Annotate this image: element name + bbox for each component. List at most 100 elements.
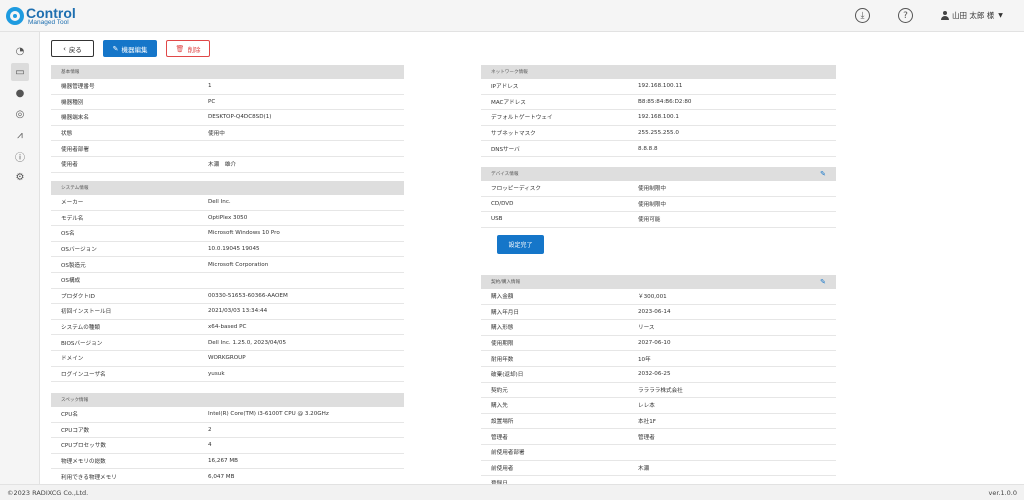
contract-section-header: 契約/購入情報 ✎: [481, 275, 836, 289]
field-value: B8:85:84:B6:D2:80: [638, 98, 692, 105]
contract-info-section: 契約/購入情報 ✎ 購入金額 ￥300,001 購入年月日 2023-06-14 購入形態 リ…: [481, 275, 836, 484]
delete-button[interactable]: 🗑 削除: [166, 40, 210, 57]
table-row: 購入年月日 2023-06-14: [481, 305, 836, 321]
field-value: 1: [208, 83, 212, 90]
edit-pencil-icon[interactable]: ✎: [820, 278, 826, 286]
field-label: 初回インストール日: [61, 309, 112, 316]
basic-section-title: 基本情報: [61, 70, 80, 75]
table-row: プロダクトID 00330-51653-60366-AAOEM: [51, 289, 404, 305]
field-label: 使用者: [61, 162, 78, 169]
user-name: 山田 太郎 様: [952, 11, 995, 20]
logo-title: Control: [26, 4, 76, 21]
spec-section-header: スペック情報: [51, 393, 404, 407]
field-value: Intel(R) Core(TM) i3-6100T CPU @ 3.20GHz: [208, 411, 329, 418]
field-label: ドメイン: [61, 356, 84, 363]
field-label: OS製造元: [61, 262, 86, 269]
edit-pencil-icon[interactable]: ✎: [820, 170, 826, 178]
app-logo[interactable]: Control Managed Tool: [6, 4, 76, 28]
table-row: CPU名 Intel(R) Core(TM) i3-6100T CPU @ 3.2…: [51, 407, 404, 423]
field-value: ララララ株式会社: [638, 387, 683, 394]
basic-section-header: 基本情報: [51, 65, 404, 79]
alert-icon[interactable]: ⓘ: [11, 147, 29, 165]
field-value: 管理者: [638, 434, 655, 441]
help-icon[interactable]: ?: [898, 8, 913, 23]
field-value: Microsoft Corporation: [208, 261, 269, 268]
user-icon: [940, 11, 949, 20]
network-section-header: ネットワーク情報: [481, 65, 836, 79]
table-row: 機器端末名 DESKTOP-Q4DC8SD(1): [51, 110, 404, 126]
location-icon[interactable]: ◎: [11, 105, 29, 123]
table-row: OS製造元 Microsoft Corporation: [51, 257, 404, 273]
field-value: 16,267 MB: [208, 458, 239, 465]
table-row: 登録日: [481, 476, 836, 484]
field-value: 使用中: [208, 131, 225, 138]
logo-subtitle: Managed Tool: [28, 18, 69, 26]
table-row: 機器種別 PC: [51, 95, 404, 111]
field-label: 状態: [61, 131, 73, 138]
back-button[interactable]: ‹ 戻る: [51, 40, 94, 57]
table-row: CD/DVD 使用制限中: [481, 197, 836, 213]
field-label: プロダクトID: [61, 293, 95, 300]
field-label: 購入年月日: [491, 309, 519, 316]
field-value: 10.0.19045 19045: [208, 246, 260, 253]
edit-device-label: 機器編集: [121, 45, 148, 54]
dashboard-icon[interactable]: ◔: [11, 42, 29, 60]
table-row: システムの種類 x64-based PC: [51, 320, 404, 336]
field-label: 機器種別: [61, 99, 84, 106]
table-row: モデル名 OptiPlex 3050: [51, 211, 404, 227]
field-label: 利用できる物理メモリ: [61, 474, 117, 481]
field-label: CD/DVD: [491, 200, 514, 207]
table-row: サブネットマスク 255.255.255.0: [481, 126, 836, 142]
table-row: 利用できる物理メモリ 6,047 MB: [51, 469, 404, 484]
field-label: 設置場所: [491, 419, 514, 426]
chart-icon[interactable]: ⩘: [11, 126, 29, 144]
table-row: 購入形態 リース: [481, 320, 836, 336]
table-row: 破棄(返却)日 2032-06-25: [481, 367, 836, 383]
field-value: 使用制限中: [638, 201, 666, 208]
field-label: 使用期限: [491, 341, 514, 348]
table-row: BIOSバージョン Dell Inc. 1.25.0, 2023/04/05: [51, 335, 404, 351]
download-icon[interactable]: ⤓: [855, 8, 870, 23]
field-label: 使用者部署: [61, 146, 89, 153]
table-row: USB 使用可能: [481, 212, 836, 228]
pencil-icon: ✎: [112, 44, 119, 53]
disc-icon[interactable]: ●: [11, 84, 29, 102]
field-value: 4: [208, 442, 212, 449]
settings-done-button[interactable]: 設定完了: [497, 235, 544, 254]
table-row: 管理者 管理者: [481, 429, 836, 445]
spec-section-title: スペック情報: [61, 398, 89, 403]
field-label: 前使用者部署: [491, 450, 525, 457]
table-row: 物理メモリの総数 16,267 MB: [51, 454, 404, 470]
version: ver.1.0.0: [988, 489, 1017, 497]
field-value: DESKTOP-Q4DC8SD(1): [208, 114, 272, 121]
table-row: CPUプロセッサ数 4: [51, 438, 404, 454]
field-label: CPU名: [61, 412, 78, 419]
field-value: 6,047 MB: [208, 473, 235, 480]
table-row: ログインユーザ名 yusuk: [51, 367, 404, 383]
edit-device-button[interactable]: ✎ 機器編集: [103, 40, 157, 57]
field-label: サブネットマスク: [491, 131, 536, 138]
table-row: IPアドレス 192.168.100.11: [481, 79, 836, 95]
delete-button-label: 削除: [187, 45, 201, 54]
field-label: CPUプロセッサ数: [61, 443, 106, 450]
field-value: 2021/03/03 13:34:44: [208, 308, 268, 315]
field-label: OS構成: [61, 278, 81, 285]
field-value: 2023-06-14: [638, 308, 671, 315]
computer-icon[interactable]: ▭: [11, 63, 29, 81]
basic-info-section: 基本情報 機器管理番号 1 機器種別 PC 機器端末名 DESKTOP-Q4DC8SD(1)…: [51, 65, 404, 173]
table-row: 使用期限 2027-06-10: [481, 336, 836, 352]
user-settings-icon[interactable]: ⚙: [11, 168, 29, 186]
table-row: メーカー Dell Inc.: [51, 195, 404, 211]
network-section-title: ネットワーク情報: [491, 70, 528, 75]
user-menu[interactable]: 山田 太郎 様 ▼: [940, 10, 1003, 21]
field-value: PC: [208, 98, 216, 105]
field-value: Microsoft Windows 10 Pro: [208, 230, 280, 237]
table-row: 購入金額 ￥300,001: [481, 289, 836, 305]
field-value: 192.168.100.11: [638, 83, 683, 90]
field-label: ログインユーザ名: [61, 371, 106, 378]
logo-mark-icon: [6, 7, 24, 25]
table-row: 設置場所 本社1F: [481, 414, 836, 430]
table-row: ドメイン WORKGROUP: [51, 351, 404, 367]
table-row: デフォルトゲートウェイ 192.168.100.1: [481, 110, 836, 126]
table-row: 契約元 ララララ株式会社: [481, 383, 836, 399]
